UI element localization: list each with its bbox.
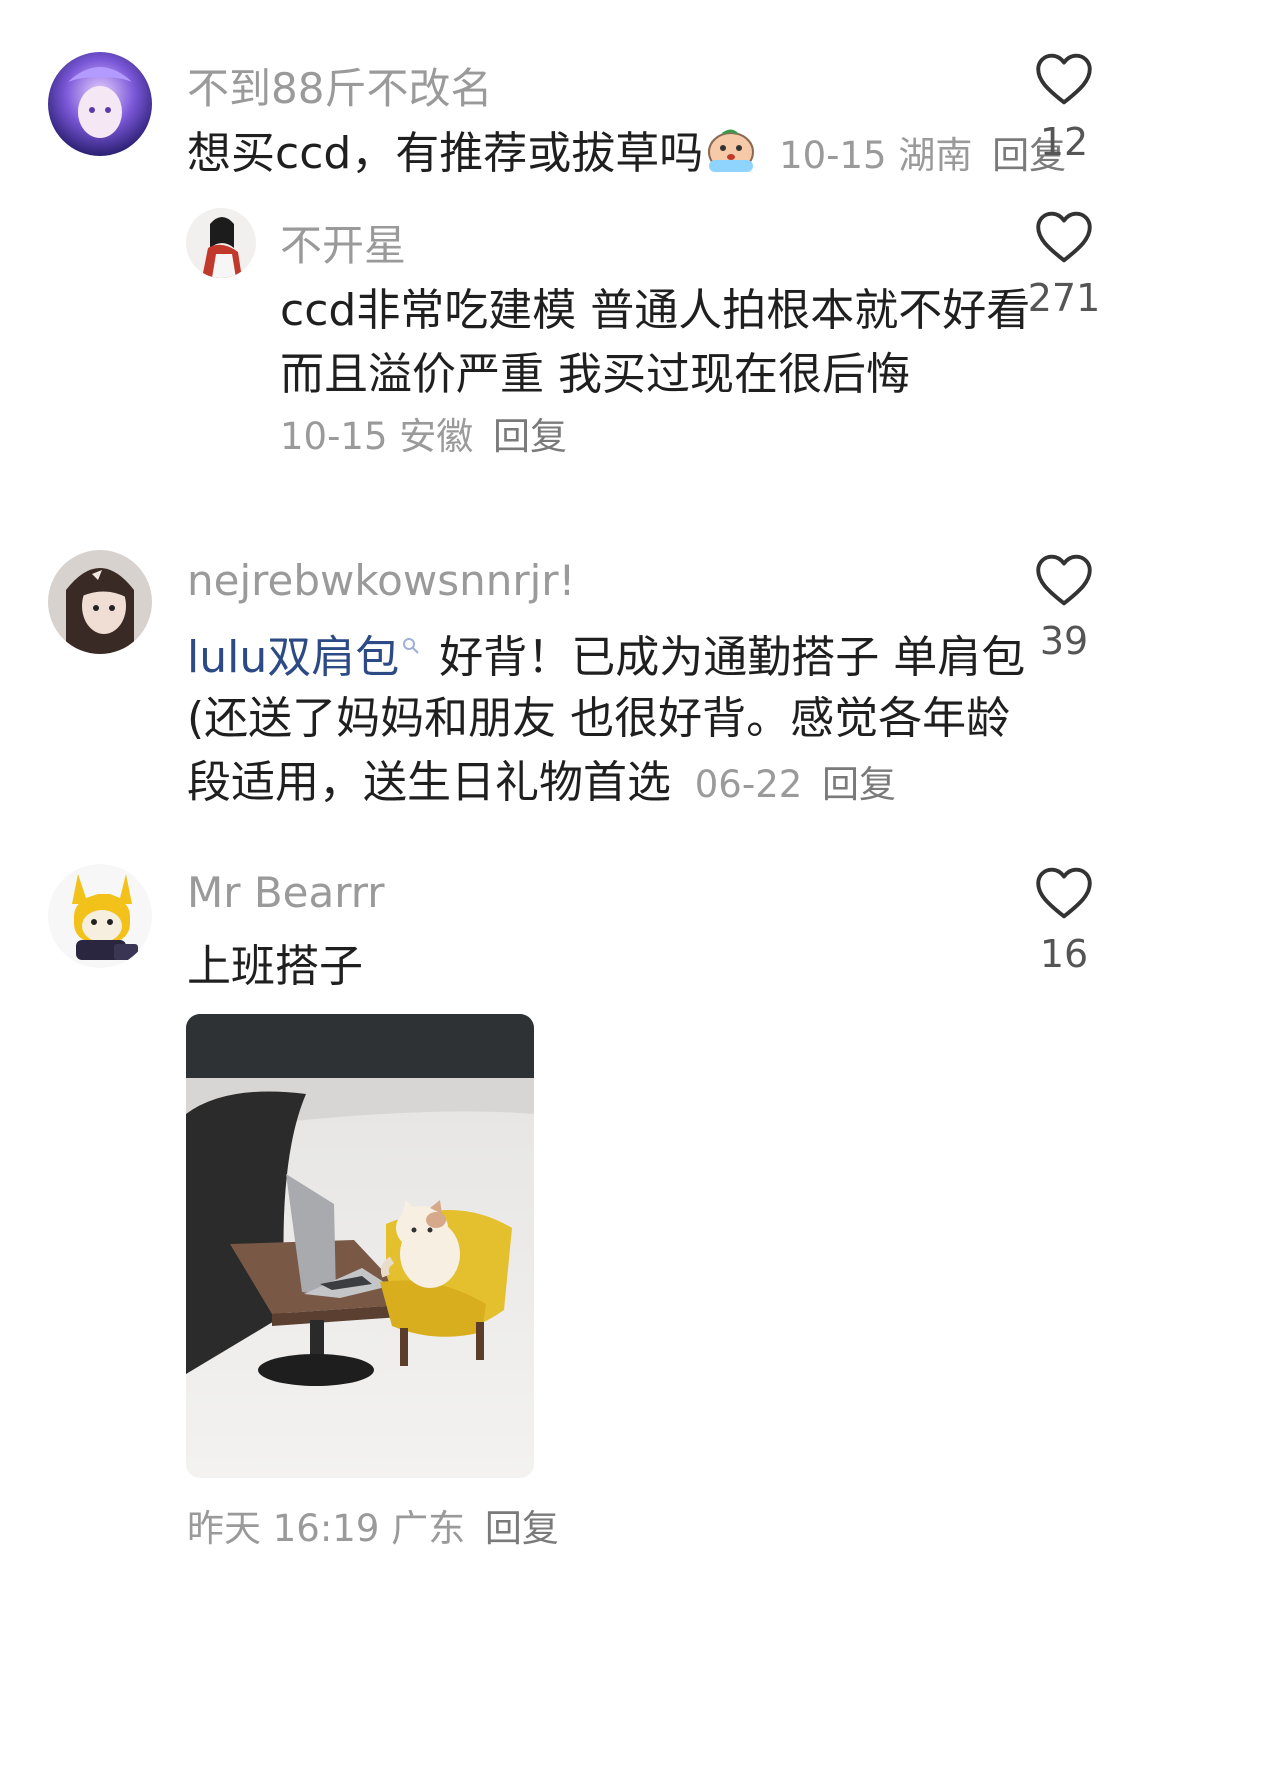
comment-text: 想买ccd，有推荐或拔草吗 10-15 湖南 回复: [187, 117, 1066, 185]
avatar[interactable]: [48, 550, 152, 654]
comment-meta: 10-15 安徽 回复: [280, 406, 567, 460]
comment-text-line: lulu双肩包 好背！已成为通勤搭子 单肩包: [187, 616, 1025, 685]
comment-meta: 06-22 回复: [683, 763, 896, 806]
comment-date: 06-22: [694, 763, 803, 806]
comment-meta: 昨天 16:19 广东 回复: [187, 1498, 559, 1552]
photo-cat-figurine-at-laptop: [186, 1014, 534, 1478]
comment-text-content: 段适用，送生日礼物首选: [187, 757, 671, 808]
comment-date: 昨天 16:19: [187, 1507, 380, 1550]
avatar[interactable]: [48, 52, 152, 156]
avatar[interactable]: [186, 208, 256, 278]
crying-face-emoji-icon: [705, 126, 757, 185]
avatar-image: [48, 864, 152, 968]
comment-username[interactable]: 不开星: [280, 212, 406, 273]
comment-location: 湖南: [898, 134, 973, 177]
comment-text-content: 想买ccd，有推荐或拔草吗: [187, 128, 704, 179]
avatar[interactable]: [48, 864, 152, 968]
comment-text-line: 段适用，送生日礼物首选 06-22 回复: [187, 746, 896, 810]
reply-button[interactable]: 回复: [822, 763, 896, 806]
search-icon: [401, 616, 421, 667]
comment-username[interactable]: Mr Bearrr: [187, 868, 385, 917]
comment-location: 安徽: [399, 415, 474, 458]
like-count: 12: [1039, 120, 1089, 164]
comment-location: 广东: [391, 1507, 466, 1550]
reply-button[interactable]: 回复: [493, 415, 567, 458]
comment-date: 10-15: [779, 134, 887, 177]
like-count: 39: [1039, 619, 1089, 663]
comment-text-line: 而且溢价严重 我买过现在很后悔: [280, 349, 910, 400]
heart-outline-icon: [1036, 211, 1092, 263]
like-button[interactable]: [1034, 866, 1094, 924]
like-count: 271: [1027, 276, 1101, 320]
heart-outline-icon: [1036, 554, 1092, 606]
comment-image[interactable]: [186, 1014, 534, 1478]
like-button[interactable]: [1034, 210, 1094, 268]
comment-text-content: 好背！已成为通勤搭子 单肩包: [439, 632, 1026, 683]
comment-username[interactable]: 不到88斤不改名: [187, 55, 492, 116]
avatar-image: [186, 208, 256, 278]
comment-date: 10-15: [280, 415, 388, 458]
avatar-image: [48, 52, 152, 156]
comment-text: 上班搭子: [187, 941, 363, 992]
product-link[interactable]: lulu双肩包: [187, 632, 399, 683]
comment-text-line: ccd非常吃建模 普通人拍根本就不好看: [280, 285, 1031, 336]
like-button[interactable]: [1034, 52, 1094, 110]
heart-outline-icon: [1036, 53, 1092, 105]
like-count: 16: [1039, 932, 1089, 976]
avatar-image: [48, 550, 152, 654]
heart-outline-icon: [1036, 867, 1092, 919]
reply-button[interactable]: 回复: [485, 1507, 559, 1550]
like-button[interactable]: [1034, 553, 1094, 611]
comment-username[interactable]: nejrebwkowsnnrjr!: [187, 556, 575, 605]
comment-text-line: (还送了妈妈和朋友 也很好背。感觉各年龄: [187, 693, 1011, 744]
